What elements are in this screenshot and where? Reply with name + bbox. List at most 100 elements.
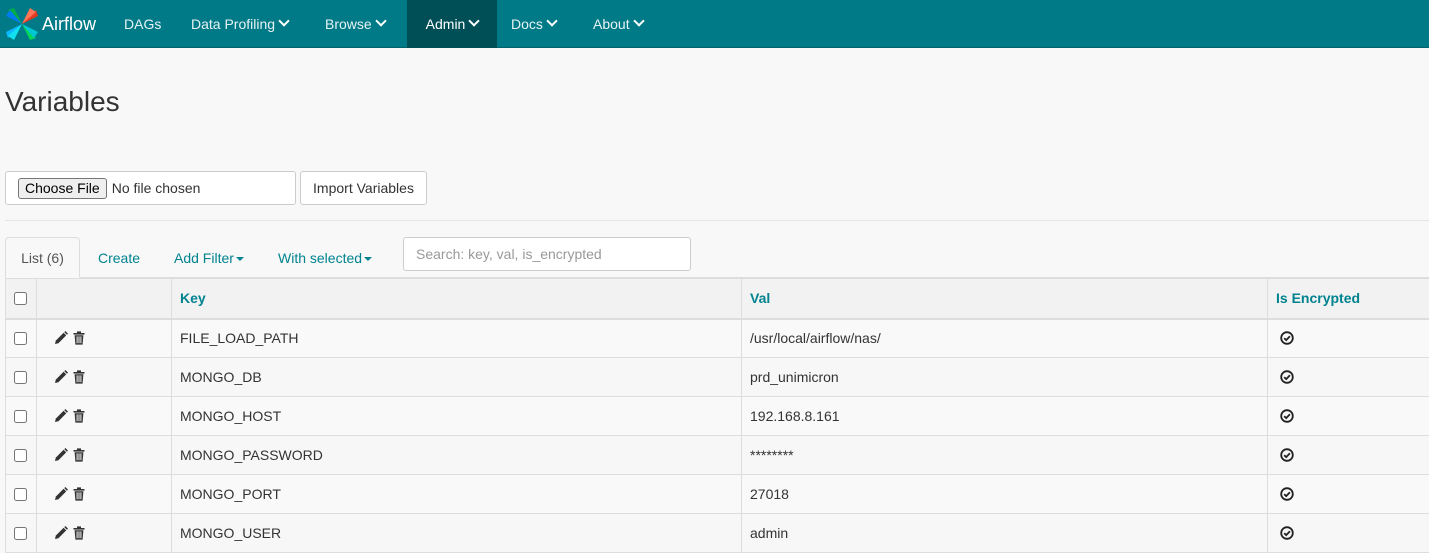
file-input[interactable]: Choose File No file chosen bbox=[5, 171, 296, 205]
actions-header bbox=[37, 279, 172, 319]
table-row: MONGO_PASSWORD ******** bbox=[6, 436, 1429, 475]
chevron-down-icon bbox=[546, 15, 557, 26]
is-encrypted-header-label[interactable]: Is Encrypted bbox=[1276, 290, 1360, 306]
row-checkbox[interactable] bbox=[14, 332, 27, 345]
row-checkbox[interactable] bbox=[14, 410, 27, 423]
check-circle-icon bbox=[1280, 409, 1294, 423]
nav-browse[interactable]: Browse bbox=[325, 0, 385, 48]
check-circle-icon bbox=[1280, 526, 1294, 540]
nav-admin-label: Admin bbox=[426, 16, 466, 32]
row-key: MONGO_PORT bbox=[172, 475, 742, 514]
top-navbar: Airflow DAGs Data Profiling Browse Admin… bbox=[0, 0, 1429, 48]
row-key: MONGO_HOST bbox=[172, 397, 742, 436]
row-key: MONGO_DB bbox=[172, 358, 742, 397]
trash-icon[interactable] bbox=[72, 448, 86, 462]
tab-create[interactable]: Create bbox=[98, 237, 140, 278]
check-circle-icon bbox=[1280, 487, 1294, 501]
table-header-row: Key Val Is Encrypted bbox=[6, 279, 1429, 319]
nav-data-profiling[interactable]: Data Profiling bbox=[191, 0, 288, 48]
file-status-text: No file chosen bbox=[112, 180, 201, 196]
row-checkbox[interactable] bbox=[14, 527, 27, 540]
brand-link[interactable]: Airflow bbox=[4, 4, 96, 44]
row-key: MONGO_USER bbox=[172, 514, 742, 553]
page-title: Variables bbox=[5, 86, 120, 118]
trash-icon[interactable] bbox=[72, 370, 86, 384]
choose-file-button[interactable]: Choose File bbox=[18, 178, 107, 199]
trash-icon[interactable] bbox=[72, 487, 86, 501]
pencil-icon[interactable] bbox=[54, 370, 68, 384]
select-all-cell bbox=[6, 279, 37, 319]
nav-admin[interactable]: Admin bbox=[407, 0, 497, 48]
row-key: MONGO_PASSWORD bbox=[172, 436, 742, 475]
table-row: MONGO_PORT 27018 bbox=[6, 475, 1429, 514]
table-row: MONGO_HOST 192.168.8.161 bbox=[6, 397, 1429, 436]
trash-icon[interactable] bbox=[72, 526, 86, 540]
pencil-icon[interactable] bbox=[54, 448, 68, 462]
row-key: FILE_LOAD_PATH bbox=[172, 319, 742, 358]
row-is-encrypted bbox=[1268, 397, 1429, 436]
trash-icon[interactable] bbox=[72, 331, 86, 345]
key-column-header[interactable]: Key bbox=[172, 279, 742, 319]
chevron-down-icon bbox=[633, 15, 644, 26]
trash-icon[interactable] bbox=[72, 409, 86, 423]
pencil-icon[interactable] bbox=[54, 409, 68, 423]
nav-docs-label: Docs bbox=[511, 16, 543, 32]
val-header-label[interactable]: Val bbox=[750, 290, 770, 306]
nav-browse-label: Browse bbox=[325, 16, 372, 32]
row-select-cell bbox=[6, 319, 37, 358]
import-variables-button[interactable]: Import Variables bbox=[300, 171, 427, 205]
check-circle-icon bbox=[1280, 448, 1294, 462]
with-selected-label: With selected bbox=[278, 250, 362, 266]
table-row: MONGO_USER admin bbox=[6, 514, 1429, 553]
pencil-icon[interactable] bbox=[54, 487, 68, 501]
pencil-icon[interactable] bbox=[54, 526, 68, 540]
add-filter-label: Add Filter bbox=[174, 250, 234, 266]
with-selected-dropdown[interactable]: With selected bbox=[278, 237, 372, 278]
divider bbox=[5, 220, 1429, 221]
row-is-encrypted bbox=[1268, 514, 1429, 553]
add-filter-dropdown[interactable]: Add Filter bbox=[174, 237, 244, 278]
val-column-header[interactable]: Val bbox=[742, 279, 1268, 319]
airflow-pinwheel-logo bbox=[4, 6, 40, 42]
nav-docs[interactable]: Docs bbox=[511, 0, 556, 48]
tab-list[interactable]: List (6) bbox=[5, 237, 80, 278]
row-is-encrypted bbox=[1268, 319, 1429, 358]
row-actions-cell bbox=[37, 358, 172, 397]
row-actions-cell bbox=[37, 397, 172, 436]
pencil-icon[interactable] bbox=[54, 331, 68, 345]
row-actions-cell bbox=[37, 475, 172, 514]
chevron-down-icon bbox=[278, 15, 289, 26]
row-select-cell bbox=[6, 436, 37, 475]
check-circle-icon bbox=[1280, 331, 1294, 345]
row-checkbox[interactable] bbox=[14, 449, 27, 462]
row-checkbox[interactable] bbox=[14, 488, 27, 501]
variables-table: Key Val Is Encrypted FILE_LOAD_PATH /usr… bbox=[5, 278, 1429, 553]
row-is-encrypted bbox=[1268, 358, 1429, 397]
row-checkbox[interactable] bbox=[14, 371, 27, 384]
search-input[interactable] bbox=[403, 237, 691, 271]
row-select-cell bbox=[6, 397, 37, 436]
row-val: 192.168.8.161 bbox=[742, 397, 1268, 436]
caret-down-icon bbox=[364, 257, 372, 261]
chevron-down-icon bbox=[469, 15, 480, 26]
row-val: admin bbox=[742, 514, 1268, 553]
row-select-cell bbox=[6, 514, 37, 553]
row-actions-cell bbox=[37, 319, 172, 358]
is-encrypted-column-header[interactable]: Is Encrypted bbox=[1268, 279, 1429, 319]
table-row: MONGO_DB prd_unimicron bbox=[6, 358, 1429, 397]
nav-about[interactable]: About bbox=[593, 0, 643, 48]
row-actions-cell bbox=[37, 514, 172, 553]
row-val: ******** bbox=[742, 436, 1268, 475]
select-all-checkbox[interactable] bbox=[14, 292, 27, 305]
key-header-label[interactable]: Key bbox=[180, 290, 206, 306]
tab-list-label: List (6) bbox=[21, 250, 64, 266]
row-actions-cell bbox=[37, 436, 172, 475]
check-circle-icon bbox=[1280, 370, 1294, 384]
brand-name: Airflow bbox=[42, 14, 96, 35]
row-val: /usr/local/airflow/nas/ bbox=[742, 319, 1268, 358]
chevron-down-icon bbox=[375, 15, 386, 26]
nav-dags[interactable]: DAGs bbox=[124, 0, 161, 48]
row-val: 27018 bbox=[742, 475, 1268, 514]
caret-down-icon bbox=[236, 257, 244, 261]
row-select-cell bbox=[6, 475, 37, 514]
